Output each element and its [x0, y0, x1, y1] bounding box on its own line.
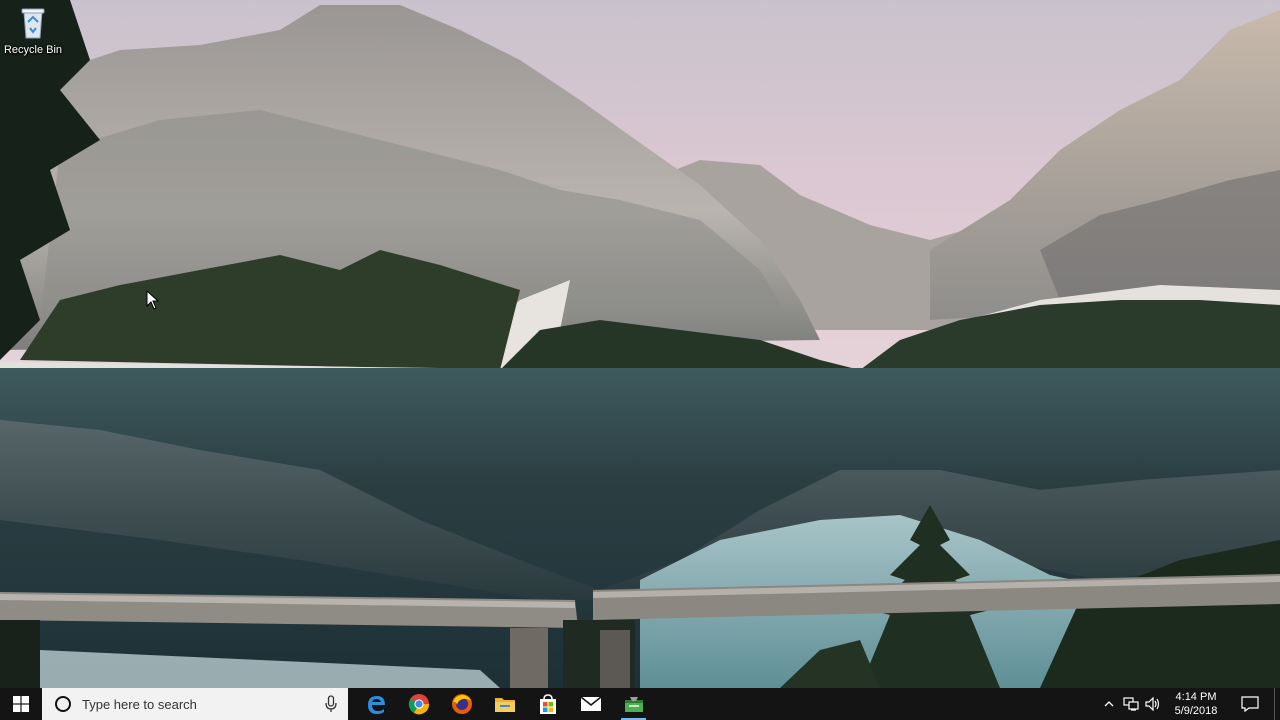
taskbar: Type here to search 4:14 PM 5/9/2018 — [0, 688, 1280, 720]
microphone-icon[interactable] — [324, 695, 338, 713]
recycle-bin-desktop-icon[interactable]: Recycle Bin — [2, 6, 64, 64]
volume-icon — [1145, 697, 1160, 711]
windows-logo-icon — [13, 696, 29, 712]
app-icon — [624, 697, 643, 712]
desktop-wallpaper[interactable] — [0, 0, 1280, 688]
search-placeholder: Type here to search — [82, 696, 197, 712]
cortana-icon — [55, 696, 71, 712]
taskbar-chrome[interactable] — [397, 688, 440, 720]
taskbar-mail[interactable] — [569, 688, 612, 720]
start-button[interactable] — [0, 688, 42, 720]
search-box[interactable]: Type here to search — [42, 688, 348, 720]
taskbar-edge[interactable] — [354, 688, 397, 720]
clock-time: 4:14 PM — [1175, 691, 1217, 703]
show-desktop-button[interactable] — [1274, 688, 1280, 720]
mouse-cursor-icon — [146, 290, 160, 310]
network-icon — [1123, 697, 1139, 711]
show-hidden-icons[interactable] — [1098, 688, 1120, 720]
file-explorer-icon — [494, 698, 515, 712]
chrome-icon — [408, 694, 429, 715]
pinned-apps — [354, 688, 655, 720]
store-icon — [539, 694, 556, 714]
taskbar-app-active[interactable] — [612, 688, 655, 720]
taskbar-file-explorer[interactable] — [483, 688, 526, 720]
action-center-button[interactable] — [1226, 688, 1274, 720]
volume-tray[interactable] — [1142, 688, 1164, 720]
clock[interactable]: 4:14 PM 5/9/2018 — [1166, 690, 1226, 718]
taskbar-firefox[interactable] — [440, 688, 483, 720]
action-center-icon — [1241, 696, 1259, 712]
mail-icon — [580, 696, 601, 711]
system-tray: 4:14 PM 5/9/2018 — [1098, 688, 1280, 720]
network-tray[interactable] — [1120, 688, 1142, 720]
edge-icon — [367, 696, 385, 714]
chevron-up-icon — [1104, 701, 1114, 707]
recycle-bin-label: Recycle Bin — [3, 44, 63, 56]
firefox-icon — [451, 694, 472, 714]
recycle-bin-icon — [21, 8, 45, 39]
clock-date: 5/9/2018 — [1174, 705, 1218, 717]
taskbar-store[interactable] — [526, 688, 569, 720]
